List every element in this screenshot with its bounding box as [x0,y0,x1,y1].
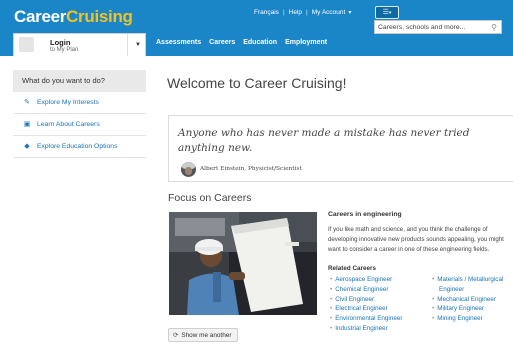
list-item[interactable]: • Chemical Engineer [330,285,402,295]
list-item[interactable]: • Electrical Engineer [330,304,402,314]
refresh-icon: ⟳ [173,332,179,339]
related-careers-heading: Related Careers [328,265,376,272]
my-account-link[interactable]: My Account [312,9,346,16]
list-item[interactable]: • Mechanical Engineer [432,295,503,305]
graduation-cap-icon: ◆ [24,143,30,150]
quote-text: Anyone who has never made a mistake has … [178,127,470,154]
career-link[interactable]: Military Engineer [437,305,484,312]
sidebar-heading: What do you want to do? [13,70,146,92]
list-item[interactable]: • Mining Engineer [432,314,503,324]
careers-description-line: want to consider a career in one of thes… [328,246,490,253]
list-item[interactable]: • Military Engineer [432,304,503,314]
search-placeholder: Careers, schools and more... [378,24,466,31]
bullet: • [432,305,435,313]
search-input[interactable]: Careers, schools and more... ⚲ [374,20,502,34]
pencil-icon: ✎ [24,99,30,106]
career-link[interactable]: Chemical Engineer [335,286,388,293]
show-another-label: Show me another [181,332,232,339]
sidebar-item-learn-careers[interactable]: ▣ Learn About Careers [13,114,146,136]
bullet: • [330,295,333,303]
bullet: • [432,315,435,323]
sidebar: What do you want to do? ✎ Explore My Inte… [13,70,146,158]
careers-description: If you like math and science, and you th… [328,225,513,255]
search-icon[interactable]: ⚲ [491,21,497,35]
career-link[interactable]: Mining Engineer [437,315,483,322]
careers-heading: Careers in engineering [328,211,402,218]
list-item[interactable]: • Civil Engineer [330,295,402,305]
career-link[interactable]: Materials / Metallurgical [437,276,503,283]
avatar [19,37,34,52]
related-careers-list: • Aerospace Engineer • Chemical Engineer •… [330,275,402,334]
login-subtitle: to My Plan [50,47,79,53]
list-item-continued[interactable]: Engineer [432,285,503,295]
header-bar: CareerCruising Français | Help | My Acco… [0,0,513,56]
nav-assessments[interactable]: Assessments [156,39,201,46]
chevron-down-icon[interactable]: ▼ [127,34,148,56]
briefcase-icon: ▣ [23,121,31,128]
engineer-photo [169,212,317,315]
career-link[interactable]: Electrical Engineer [335,305,388,312]
show-another-button[interactable]: ⟳ Show me another [168,328,238,342]
sidebar-item-label: Explore Education Options [37,143,118,150]
bullet: • [330,285,333,293]
page-title: Welcome to Career Cruising! [167,75,347,91]
career-cruising-logo[interactable]: CareerCruising [14,7,133,27]
divider: | [282,9,285,16]
main-nav: Assessments Careers Education Employment [156,39,327,46]
chevron-down-icon: ▾ [388,10,392,16]
logo-word-cruising: Cruising [66,7,133,26]
list-item[interactable]: • Industrial Engineer [330,324,402,334]
help-link[interactable]: Help [289,9,302,16]
career-link[interactable]: Industrial Engineer [335,325,388,332]
sidebar-item-education-options[interactable]: ◆ Explore Education Options [13,136,146,158]
language-link[interactable]: Français [254,9,279,16]
section-title: Focus on Careers [168,192,252,204]
nav-careers[interactable]: Careers [209,39,235,46]
career-link[interactable]: Aerospace Engineer [335,276,392,283]
career-link[interactable]: Mechanical Engineer [437,296,496,303]
bullet: • [330,305,333,313]
sidebar-item-explore-interests[interactable]: ✎ Explore My Interests [13,92,146,114]
bullet: • [330,315,333,323]
sidebar-item-label: Learn About Careers [37,121,100,128]
login-title: Login [50,38,71,47]
list-item[interactable]: • Environmental Engineer [330,314,402,324]
bullet: • [432,276,435,283]
author-photo [181,162,196,177]
related-careers-list: • Materials / Metallurgical Engineer • Mec… [432,275,503,324]
quote-card: Anyone who has never made a mistake has … [168,115,513,182]
bullet: • [330,276,333,283]
nav-employment[interactable]: Employment [285,39,327,46]
careers-description-line: developing innovative new products sound… [328,236,504,243]
login-dropdown[interactable]: Login to My Plan ▼ [13,33,146,56]
list-menu-button[interactable]: ☰▾ [375,6,399,19]
bullet: • [432,295,435,303]
nav-education[interactable]: Education [243,39,277,46]
bullet: • [330,324,333,332]
list-item[interactable]: • Materials / Metallurgical [432,275,503,285]
career-link[interactable]: Engineer [439,286,464,293]
top-links: Français | Help | My Account ▾ [254,9,351,16]
list-item[interactable]: • Aerospace Engineer [330,275,402,285]
quote-author: Albert Einstein, Physicist/Scientist [200,166,302,172]
divider: | [306,9,308,16]
careers-description-line: If you like math and science, and you th… [328,226,488,233]
chevron-down-icon: ▾ [348,10,352,16]
logo-word-career: Career [14,7,67,26]
career-link[interactable]: Civil Engineer [335,296,374,303]
sidebar-item-label: Explore My Interests [37,99,99,106]
career-link[interactable]: Environmental Engineer [335,315,402,322]
